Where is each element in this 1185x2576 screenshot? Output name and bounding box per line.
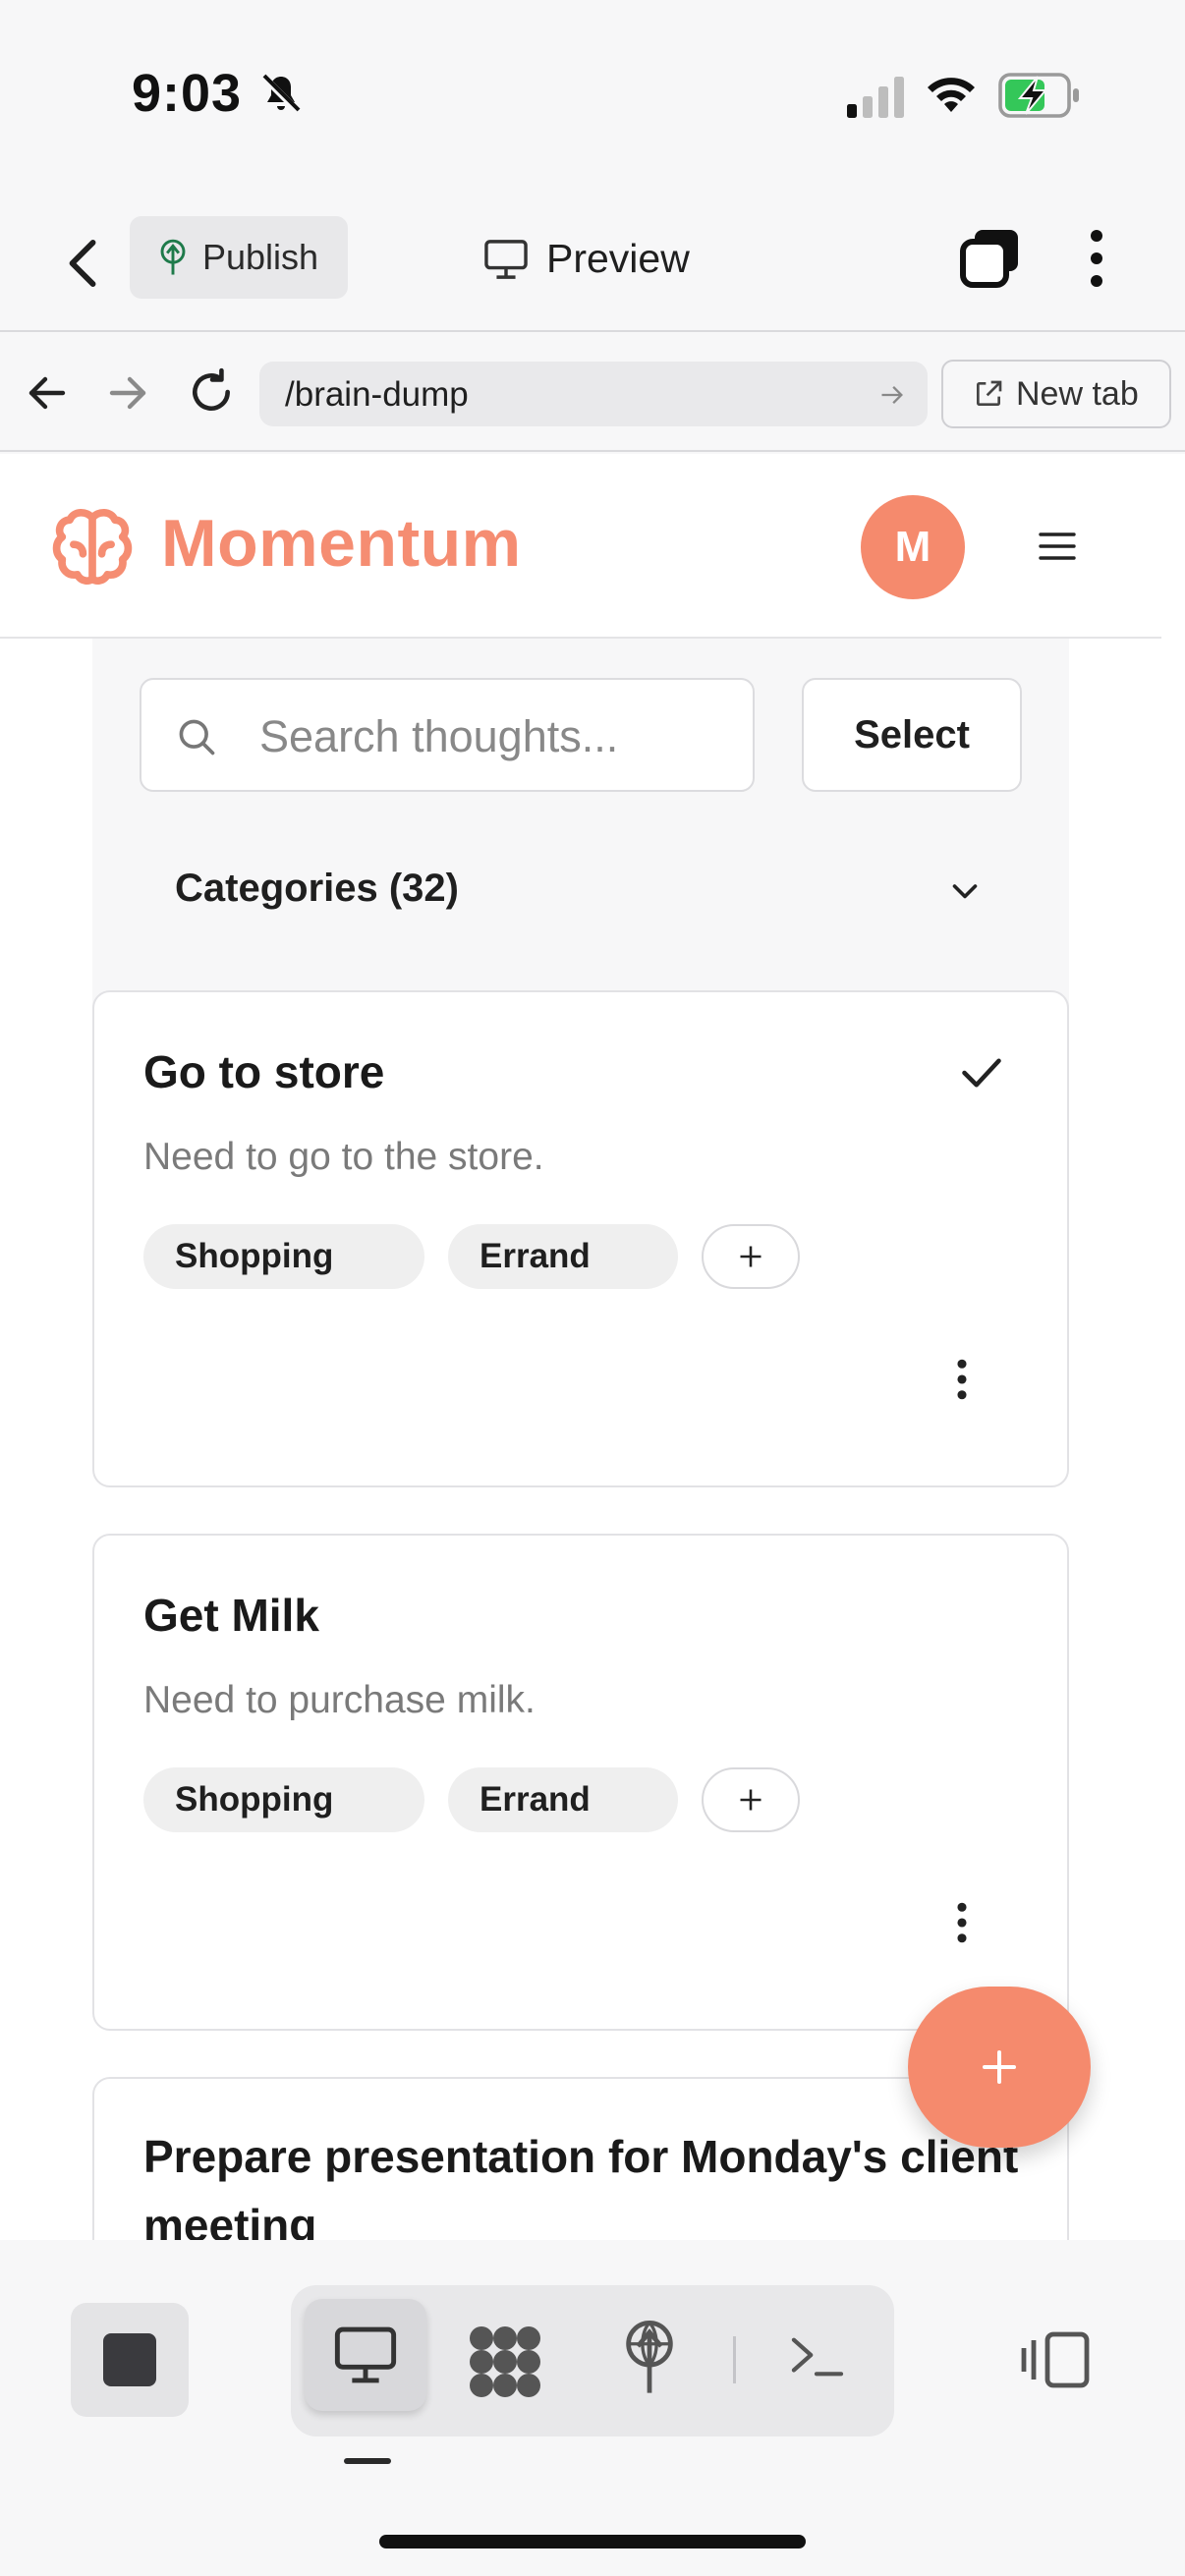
apps-icon[interactable] [468,2324,542,2397]
search-input[interactable]: Search thoughts... [140,678,755,792]
url-bar[interactable]: /brain-dump [259,362,928,426]
external-link-icon [977,380,1002,406]
new-tab-label: New tab [1016,374,1139,413]
publish-tree-icon [160,239,186,275]
thought-card[interactable]: Get Milk Need to purchase milk. Shopping… [92,1534,1069,2031]
preview-label: Preview [546,236,690,281]
add-tag-button[interactable] [702,1767,800,1832]
site-header: Momentum M [0,454,1161,639]
more-vertical-icon[interactable] [1077,228,1116,289]
card-description: Need to purchase milk. [143,1679,536,1721]
publish-label: Publish [202,237,319,277]
search-placeholder: Search thoughts... [259,711,619,761]
home-indicator [379,2535,806,2548]
desktop-icon [334,2326,397,2383]
chevron-down-icon[interactable] [947,874,983,910]
side-panel-icon[interactable] [1020,2330,1091,2389]
thought-card[interactable]: Go to store Need to go to the store. Sho… [92,990,1069,1487]
desktop-tool-button[interactable] [305,2299,426,2411]
terminal-icon[interactable] [788,2332,845,2381]
arrow-right-icon[interactable] [104,369,151,417]
plus-icon [740,1246,762,1267]
go-arrow-icon[interactable] [878,381,906,409]
add-tag-button[interactable] [702,1224,800,1289]
brain-logo-icon[interactable] [47,503,138,593]
stop-icon [103,2333,156,2386]
bell-slash-icon [260,74,302,115]
tag-chip[interactable]: Errand [448,1224,678,1289]
new-tab-button[interactable]: New tab [941,360,1171,428]
plus-icon [983,2050,1016,2084]
plus-icon [740,1789,762,1811]
avatar[interactable]: M [861,495,965,599]
tag-chip[interactable]: Shopping [143,1224,424,1289]
wifi-icon [928,78,975,112]
toolbar-divider [733,2336,736,2383]
url-text: /brain-dump [285,375,469,414]
stop-button[interactable] [71,2303,189,2417]
check-icon[interactable] [961,1055,1002,1091]
publish-icon[interactable] [621,2321,678,2395]
chevron-left-icon[interactable] [61,236,106,291]
tool-switcher [291,2285,894,2436]
arrow-left-icon[interactable] [24,369,71,417]
card-title: Get Milk [143,1590,319,1641]
more-vertical-icon[interactable] [955,1901,969,1944]
battery-charging-icon [998,73,1079,118]
add-thought-button[interactable] [908,1987,1091,2148]
card-description: Need to go to the store. [143,1136,544,1178]
search-icon [179,719,215,756]
page-viewport: Search thoughts... Select Categories (32… [0,454,1185,2240]
select-button[interactable]: Select [802,678,1022,792]
menu-icon[interactable] [1038,531,1077,562]
publish-button[interactable]: Publish [130,216,348,299]
app-toolbar: Publish Preview [0,187,1185,332]
tag-chip[interactable]: Errand [448,1767,678,1832]
monitor-icon [484,239,528,279]
card-title: Prepare presentation for Monday's client… [143,2131,1019,2240]
reload-icon[interactable] [187,367,236,417]
bottom-app-bar [0,2240,1185,2576]
brand-name[interactable]: Momentum [161,505,522,582]
card-title: Go to store [143,1046,385,1097]
windows-icon[interactable] [959,228,1022,289]
status-time: 9:03 [132,64,243,123]
tag-chip[interactable]: Shopping [143,1767,424,1832]
active-tool-indicator [344,2458,391,2464]
signal-icon [847,77,904,118]
categories-toggle[interactable]: Categories (32) [175,867,459,911]
status-bar: 9:03 [0,0,1185,187]
preview-tab[interactable]: Preview [483,236,690,282]
browser-nav-bar: /brain-dump New tab [0,334,1185,452]
more-vertical-icon[interactable] [955,1358,969,1401]
